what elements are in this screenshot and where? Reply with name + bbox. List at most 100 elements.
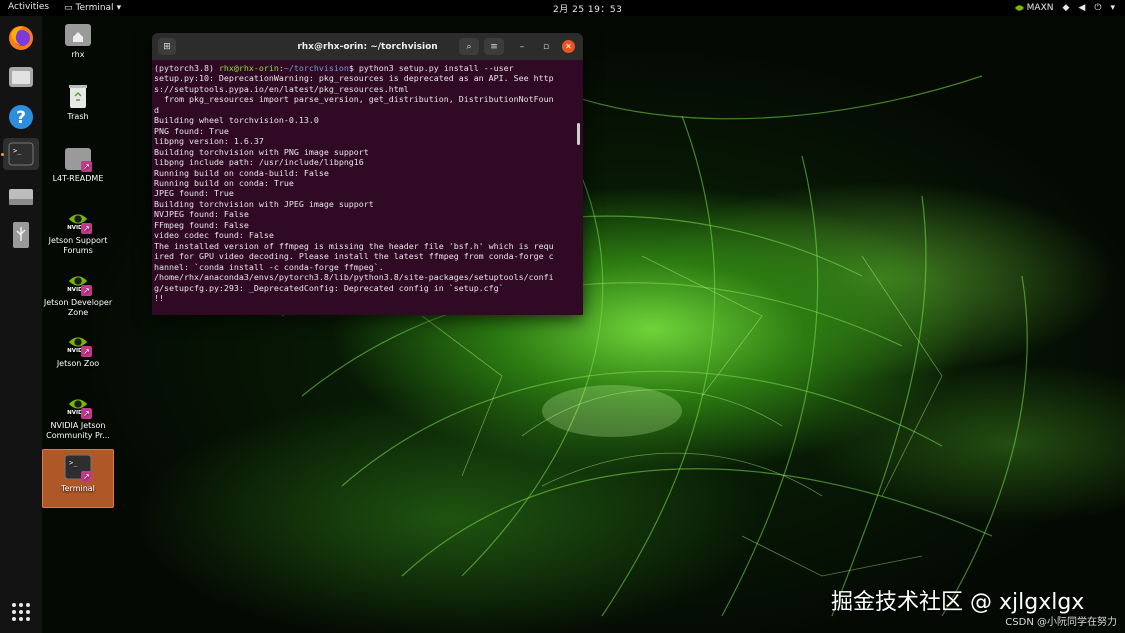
desktop-icon-label: Jetson Zoo: [56, 359, 100, 368]
status-area[interactable]: MAXN ◆ ◀ ⏻ ▾: [1014, 2, 1115, 14]
desktop-icon-nvidia-community[interactable]: NVIDIA ↗ NVIDIA Jetson Community Pr...: [42, 391, 114, 441]
output-line: video codec found: False: [154, 230, 274, 241]
minimize-icon: –: [519, 41, 525, 52]
output-line: PNG found: True: [154, 125, 229, 136]
home-folder-icon: [65, 24, 91, 46]
desktop-icon-label: NVIDIA Jetson Community Pr...: [46, 421, 110, 440]
link-arrow-icon: ↗: [81, 223, 92, 234]
app-menu-label: Terminal: [75, 3, 114, 13]
output-line: Building torchvision with JPEG image sup…: [154, 198, 374, 209]
power-icon: ⏻: [1094, 3, 1102, 13]
link-arrow-icon: ↗: [81, 471, 92, 482]
link-arrow-icon: ↗: [81, 346, 92, 357]
terminal-output[interactable]: (pytorch3.8) rhx@rhx-orin:~/torchvision$…: [152, 60, 583, 313]
nvidia-power-mode[interactable]: MAXN: [1014, 3, 1054, 13]
dock: ? >_: [0, 16, 42, 633]
output-line: s://setuptools.pypa.io/en/latest/pkg_res…: [154, 83, 409, 94]
desktop-icon-home[interactable]: rhx: [42, 20, 114, 60]
chevron-down-icon: ▾: [1110, 3, 1115, 13]
output-line: libpng version: 1.6.37: [154, 136, 264, 147]
output-line: d: [154, 104, 159, 115]
link-arrow-icon: ↗: [81, 408, 92, 419]
folder-icon: [9, 67, 33, 87]
dock-firefox[interactable]: [5, 22, 37, 54]
desktop-icon-label: rhx: [71, 50, 85, 59]
prompt-env: (pytorch3.8): [154, 63, 219, 73]
desktop-icon-trash[interactable]: Trash: [42, 82, 114, 122]
desktop-icon-jetson-zoo[interactable]: NVIDIA ↗ Jetson Zoo: [42, 329, 114, 369]
svg-text:>_: >_: [69, 459, 78, 467]
search-icon: ⌕: [466, 41, 472, 52]
terminal-titlebar[interactable]: ⊞ rhx@rhx-orin: ~/torchvision ⌕ ≡ – ▫ ✕: [152, 33, 583, 60]
hamburger-icon: ≡: [490, 41, 498, 52]
desktop-icon-label: Jetson Support Forums: [48, 236, 108, 255]
desktop-icon-l4t-readme[interactable]: ↗ L4T-README: [42, 144, 114, 184]
running-indicator: [1, 153, 4, 156]
output-line: FFmpeg found: False: [154, 219, 249, 230]
search-button[interactable]: ⌕: [459, 38, 479, 55]
output-line: from pkg_resources import parse_version,…: [154, 94, 554, 105]
chevron-down-icon: ▾: [116, 3, 122, 13]
dock-usb[interactable]: [5, 219, 37, 251]
svg-text:?: ?: [16, 108, 26, 128]
output-line: The installed version of ffmpeg is missi…: [154, 240, 554, 251]
desktop-icon-jetson-devzone[interactable]: NVIDIA ↗ Jetson Developer Zone: [42, 268, 114, 318]
desktop-icon-label: L4T-README: [52, 174, 104, 183]
output-line: JPEG found: True: [154, 188, 234, 199]
prompt-path: ~/torchvision: [283, 63, 349, 73]
nvidia-icon: [1014, 5, 1024, 11]
top-bar: Activities ▭ Terminal ▾ 2月 25 19：53 MAXN…: [0, 0, 1125, 16]
output-line: /home/rhx/anaconda3/envs/pytorch3.8/lib/…: [154, 272, 554, 283]
power-mode-label: MAXN: [1026, 3, 1054, 13]
usb-icon: [13, 222, 29, 248]
dock-drive[interactable]: [5, 181, 37, 213]
output-line: !!: [154, 292, 164, 303]
show-apps-button[interactable]: [5, 596, 37, 628]
desktop-icon-label: Terminal: [61, 484, 95, 493]
app-menu[interactable]: ▭ Terminal ▾: [64, 2, 121, 14]
output-line: Running build on conda: True: [154, 177, 294, 188]
link-arrow-icon: ↗: [81, 285, 92, 296]
maximize-icon: ▫: [542, 41, 550, 52]
output-line: libpng include path: /usr/include/libpng…: [154, 157, 364, 168]
dock-terminal[interactable]: >_: [3, 138, 39, 170]
desktop-icon-label: Jetson Developer Zone: [43, 298, 113, 317]
drive-icon: [9, 189, 33, 205]
close-button[interactable]: ✕: [562, 40, 575, 53]
credit-text: CSDN @小阮同学在努力: [1005, 617, 1117, 628]
output-line: Running build on conda-build: False: [154, 167, 329, 178]
terminal-icon: >_: [8, 142, 34, 166]
maximize-button[interactable]: ▫: [538, 38, 554, 55]
output-line: NVJPEG found: False: [154, 209, 249, 220]
prompt-command: $ python3 setup.py install --user: [348, 63, 514, 73]
help-icon: ?: [9, 105, 33, 129]
svg-text:>_: >_: [13, 147, 22, 155]
terminal-small-icon: ▭: [64, 3, 73, 13]
output-line: setup.py:10: DeprecationWarning: pkg_res…: [154, 73, 554, 84]
desktop-icon-label: Trash: [67, 112, 89, 121]
desktop-icon-terminal[interactable]: >_ ↗ Terminal: [42, 449, 114, 508]
firefox-icon: [9, 26, 33, 50]
output-line: Building torchvision with PNG image supp…: [154, 146, 369, 157]
clock[interactable]: 2月 25 19：53: [553, 2, 622, 15]
dock-help[interactable]: ?: [5, 101, 37, 133]
menu-button[interactable]: ≡: [484, 38, 504, 55]
output-line: g/setupcfg.py:293: _DeprecatedConfig: De…: [154, 282, 504, 293]
output-line: Building wheel torchvision-0.13.0: [154, 115, 319, 126]
close-icon: ✕: [565, 42, 572, 51]
desktop-icon-jetson-forums[interactable]: NVIDIA ↗ Jetson Support Forums: [42, 206, 114, 256]
terminal-window[interactable]: ⊞ rhx@rhx-orin: ~/torchvision ⌕ ≡ – ▫ ✕ …: [152, 33, 583, 315]
prompt-line: (pytorch3.8) rhx@rhx-orin:~/torchvision$…: [154, 63, 581, 73]
prompt-user: rhx@rhx-orin: [218, 63, 279, 73]
trash-icon: [69, 85, 87, 108]
output-line: hannel: `conda install -c conda-forge ff…: [154, 261, 384, 272]
dock-files[interactable]: [5, 61, 37, 93]
volume-icon: ◀: [1078, 3, 1086, 13]
wifi-icon: ◆: [1062, 3, 1070, 13]
link-arrow-icon: ↗: [81, 161, 92, 172]
activities-button[interactable]: Activities: [8, 2, 49, 12]
watermark: 掘金技术社区 @ xjlgxlgx: [831, 590, 1085, 615]
show-apps-icon: [12, 603, 30, 621]
terminal-scrollbar[interactable]: [577, 123, 580, 145]
minimize-button[interactable]: –: [514, 38, 530, 55]
